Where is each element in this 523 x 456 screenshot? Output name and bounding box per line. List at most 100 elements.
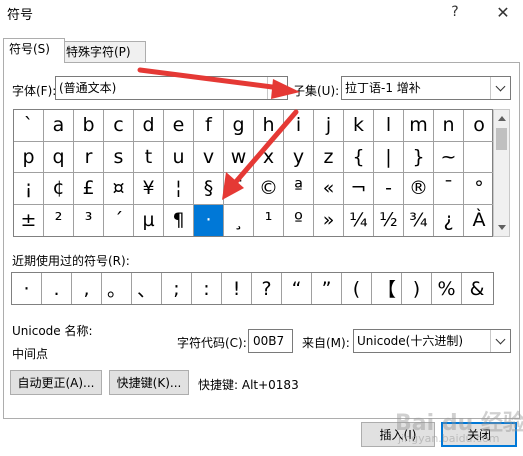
symbol-cell-selected[interactable]: ·	[194, 204, 224, 236]
symbol-cell[interactable]: l	[374, 110, 404, 142]
chevron-down-icon	[495, 81, 506, 92]
window-title: 符号	[7, 8, 34, 23]
symbol-cell[interactable]: y	[284, 141, 314, 173]
symbol-cell[interactable]: ¥	[134, 173, 164, 205]
recent-symbol-cell[interactable]: !	[222, 273, 252, 304]
symbol-cell[interactable]: b	[74, 110, 104, 142]
recent-symbol-cell[interactable]: (	[342, 273, 372, 304]
recent-symbol-cell[interactable]: ·	[12, 273, 42, 304]
symbol-cell[interactable]: v	[194, 141, 224, 173]
recent-symbol-cell[interactable]: ,	[72, 273, 102, 304]
symbol-cell[interactable]: ¶	[164, 204, 194, 236]
symbol-cell[interactable]: ½	[374, 204, 404, 236]
window-close-button[interactable]: ✕	[486, 0, 520, 24]
symbol-cell[interactable]: ©	[254, 173, 284, 205]
symbol-cell[interactable]: ~	[434, 141, 464, 173]
symbol-cell[interactable]: q	[44, 141, 74, 173]
recent-symbol-cell[interactable]: .	[42, 273, 72, 304]
symbol-cell[interactable]: ±	[14, 204, 44, 236]
recent-symbol-cell[interactable]: ”	[312, 273, 342, 304]
symbol-cell[interactable]: x	[254, 141, 284, 173]
symbol-cell[interactable]: |	[374, 141, 404, 173]
symbol-cell[interactable]: {	[344, 141, 374, 173]
symbol-grid-scrollbar[interactable]	[493, 109, 510, 237]
symbol-cell[interactable]: n	[434, 110, 464, 142]
symbol-cell[interactable]: º	[284, 204, 314, 236]
symbol-cell[interactable]: °	[464, 173, 494, 205]
from-dropdown-button[interactable]	[490, 330, 510, 352]
recent-symbol-cell[interactable]: ;	[162, 273, 192, 304]
symbol-cell[interactable]: ³	[74, 204, 104, 236]
recent-symbol-cell[interactable]: %	[432, 273, 462, 304]
scroll-thumb[interactable]	[496, 128, 507, 150]
symbol-cell[interactable]: ¡	[14, 173, 44, 205]
recent-symbol-cell[interactable]: 【	[372, 273, 402, 304]
symbol-cell[interactable]: ¤	[104, 173, 134, 205]
symbol-cell[interactable]: ¸	[224, 204, 254, 236]
symbol-cell[interactable]	[464, 142, 494, 173]
symbol-cell[interactable]: ¯	[434, 173, 464, 205]
help-button[interactable]: ?	[438, 0, 472, 24]
recent-symbol-cell[interactable]: :	[192, 273, 222, 304]
scroll-down-button[interactable]	[494, 219, 509, 236]
recent-symbol-cell[interactable]: )	[402, 273, 432, 304]
symbol-cell[interactable]: o	[464, 110, 494, 142]
symbol-cell[interactable]: -	[374, 173, 404, 205]
symbol-cell[interactable]: k	[344, 110, 374, 142]
font-dropdown-button[interactable]	[267, 77, 287, 99]
recent-symbol-cell[interactable]: ?	[252, 273, 282, 304]
symbol-cell[interactable]: À	[464, 205, 494, 237]
symbol-cell[interactable]: h	[254, 110, 284, 142]
symbol-cell[interactable]: ´	[104, 204, 134, 236]
symbol-cell[interactable]: £	[74, 173, 104, 205]
tab-special-characters[interactable]: 特殊字符(P)	[60, 41, 146, 62]
symbol-cell[interactable]: j	[314, 110, 344, 142]
symbol-cell[interactable]: i	[284, 110, 314, 142]
symbol-cell[interactable]: ¼	[344, 204, 374, 236]
symbol-cell[interactable]: µ	[134, 204, 164, 236]
watermark-url: jingyan.baidu.com	[398, 432, 500, 445]
symbol-cell[interactable]: }	[404, 141, 434, 173]
symbol-cell[interactable]: z	[314, 141, 344, 173]
recent-symbol-cell[interactable]: &	[462, 273, 492, 304]
symbol-cell[interactable]: »	[314, 204, 344, 236]
symbol-cell[interactable]: p	[14, 141, 44, 173]
char-code-input[interactable]: 00B7	[248, 329, 293, 353]
symbol-cell[interactable]: ¹	[254, 204, 284, 236]
symbol-cell[interactable]: m	[404, 110, 434, 142]
recent-symbol-cell[interactable]: 。	[102, 273, 132, 304]
shortcut-key-button[interactable]: 快捷键(K)...	[109, 370, 189, 395]
symbol-cell[interactable]: «	[314, 173, 344, 205]
symbol-cell[interactable]: u	[164, 141, 194, 173]
symbol-cell[interactable]: s	[104, 141, 134, 173]
symbol-cell[interactable]: d	[134, 110, 164, 142]
symbol-cell[interactable]: ¨	[224, 173, 254, 205]
symbol-cell[interactable]: e	[164, 110, 194, 142]
recent-symbol-cell[interactable]: 、	[132, 273, 162, 304]
symbol-cell[interactable]: a	[44, 110, 74, 142]
symbol-cell[interactable]: ¬	[344, 173, 374, 205]
symbol-cell[interactable]: ¿	[434, 204, 464, 236]
tab-symbols[interactable]: 符号(S)	[3, 38, 65, 63]
symbol-cell[interactable]: t	[134, 141, 164, 173]
symbol-cell[interactable]: ¦	[164, 173, 194, 205]
symbol-cell[interactable]: c	[104, 110, 134, 142]
symbol-cell[interactable]: ª	[284, 173, 314, 205]
symbol-cell[interactable]: ²	[44, 204, 74, 236]
symbol-cell[interactable]: f	[194, 110, 224, 142]
symbol-cell[interactable]: §	[194, 173, 224, 205]
symbol-cell[interactable]: `	[14, 110, 44, 142]
symbol-cell[interactable]: r	[74, 141, 104, 173]
recent-symbol-cell[interactable]: “	[282, 273, 312, 304]
symbol-cell[interactable]: g	[224, 110, 254, 142]
symbol-cell[interactable]: ¢	[44, 173, 74, 205]
symbol-cell[interactable]: w	[224, 141, 254, 173]
scroll-up-button[interactable]	[494, 110, 509, 127]
autocorrect-button[interactable]: 自动更正(A)...	[10, 370, 102, 395]
font-combo[interactable]: (普通文本)	[55, 76, 288, 100]
symbol-cell[interactable]: ¾	[404, 204, 434, 236]
symbol-cell[interactable]: ®	[404, 173, 434, 205]
subset-dropdown-button[interactable]	[490, 77, 510, 99]
subset-combo[interactable]: 拉丁语-1 增补	[341, 76, 511, 100]
from-combo[interactable]: Unicode(十六进制)	[353, 329, 511, 353]
